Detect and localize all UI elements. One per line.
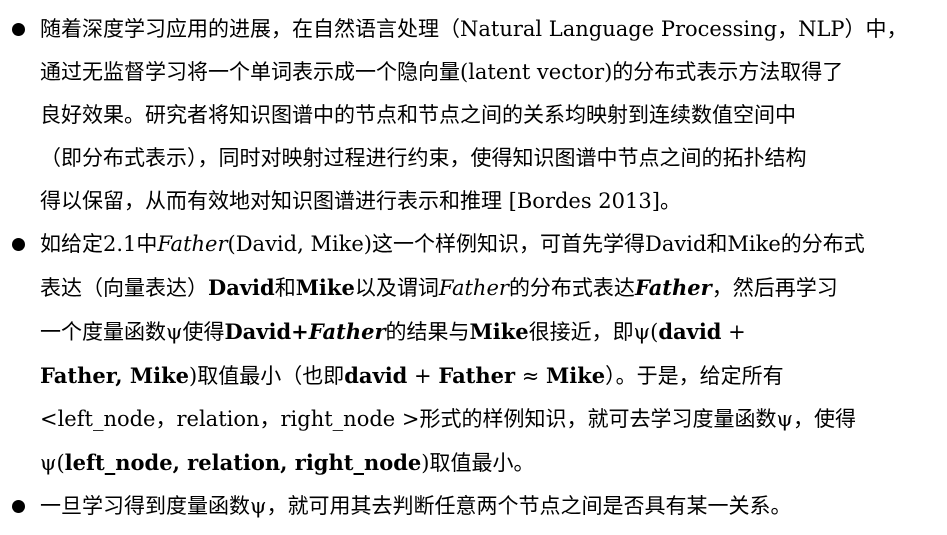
bullet-dot-icon [12,500,25,513]
bullet-dot-icon [12,238,25,251]
text-line: 如给定2.1中Father(David, Mike)这一个样例知识，可首先学得D… [40,232,865,256]
text-line: 得以保留，从而有效地对知识图谱进行表示和推理 [Bordes 2013]。 [40,189,681,213]
text-line: Father, Mike)取值最小（也即david + Father ≈ Mik… [40,363,784,388]
bullet-dot-icon [12,23,25,36]
text-line: 一个度量函数ψ使得David+Father的结果与Mike很接近，即ψ(davi… [40,319,746,344]
document-page: 随着深度学习应用的进展，在自然语言处理（Natural Language Pro… [0,0,947,535]
bullet-list: 随着深度学习应用的进展，在自然语言处理（Natural Language Pro… [8,8,931,528]
bullet-item-1: 随着深度学习应用的进展，在自然语言处理（Natural Language Pro… [8,8,931,223]
text-line: 表达（向量表达）David和Mike以及谓词Father的分布式表达Father… [40,275,838,300]
text-line: <left_node，relation，right_node >形式的样例知识，… [40,407,856,431]
text-line: ψ(left_node, relation, right_node)取值最小。 [40,450,535,475]
bullet-item-2: 如给定2.1中Father(David, Mike)这一个样例知识，可首先学得D… [8,223,931,485]
text-line: 通过无监督学习将一个单词表示成一个隐向量(latent vector)的分布式表… [40,60,844,84]
text-line: 随着深度学习应用的进展，在自然语言处理（Natural Language Pro… [40,17,908,41]
text-line: （即分布式表示），同时对映射过程进行约束，使得知识图谱中节点之间的拓扑结构 [40,146,807,170]
text-line: 良好效果。研究者将知识图谱中的节点和节点之间的关系均映射到连续数值空间中 [40,103,796,127]
text-line: 一旦学习得到度量函数ψ，就可用其去判断任意两个节点之间是否具有某一关系。 [40,494,792,518]
bullet-item-3: 一旦学习得到度量函数ψ，就可用其去判断任意两个节点之间是否具有某一关系。 [8,485,931,528]
